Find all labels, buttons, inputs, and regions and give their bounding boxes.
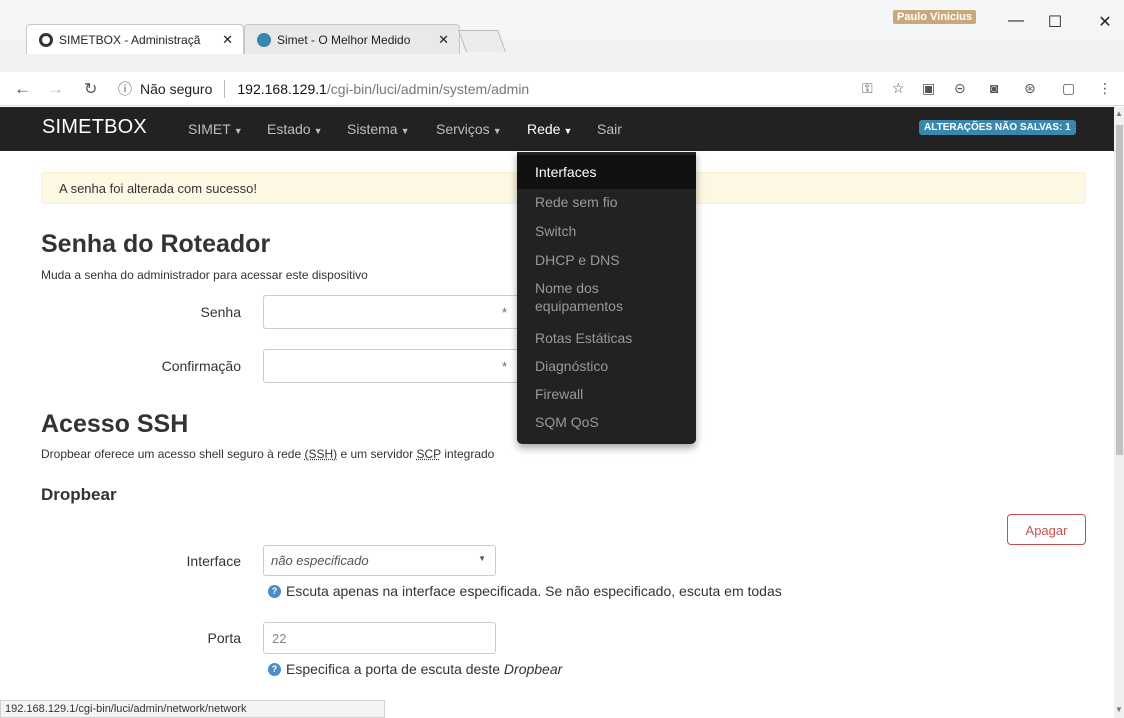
port-help: ? Especifica a porta de escuta deste Dro… <box>268 661 562 677</box>
simet-favicon-icon <box>257 32 271 47</box>
rede-dropdown-menu: Interfaces Rede sem fio Switch DHCP e DN… <box>517 152 696 444</box>
dropdown-item-rede-sem-fio[interactable]: Rede sem fio <box>517 193 696 211</box>
browser-toolbar: ← → ↻ ⓘ Não seguro 192.168.129.1 /cgi-bi… <box>0 72 1124 106</box>
new-tab-button[interactable] <box>457 30 507 52</box>
star-icon[interactable]: ☆ <box>892 80 905 97</box>
scroll-thumb[interactable] <box>1116 125 1123 455</box>
menu-kebab-icon[interactable]: ⋮ <box>1098 80 1112 97</box>
password-section-title: Senha do Roteador <box>41 230 271 258</box>
unsaved-changes-badge[interactable]: ALTERAÇÕES NÃO SALVAS: 1 <box>919 120 1076 135</box>
dropdown-item-dhcp-dns[interactable]: DHCP e DNS <box>517 251 696 269</box>
tab-close-icon[interactable]: ✕ <box>438 32 449 48</box>
dropdown-item-switch[interactable]: Switch <box>517 222 696 240</box>
omnibox-divider <box>224 80 226 98</box>
interface-label: Interface <box>186 553 241 569</box>
menu-sair[interactable]: Sair <box>597 121 622 137</box>
delete-button[interactable]: Apagar <box>1007 514 1086 545</box>
interface-selected-value: não especificado <box>271 553 369 568</box>
tab-close-icon[interactable]: ✕ <box>222 32 233 48</box>
extension-badge-icon[interactable]: ⊛ <box>1024 80 1036 97</box>
password-label: Senha <box>200 304 241 320</box>
profile-user-name[interactable]: Paulo Vinicius <box>893 10 976 24</box>
dropdown-item-interfaces[interactable]: Interfaces <box>517 155 696 189</box>
info-icon[interactable]: ⓘ <box>118 79 132 99</box>
help-icon: ? <box>268 662 281 676</box>
port-label: Porta <box>207 630 241 646</box>
select-arrow-icon: ▼ <box>478 554 486 563</box>
scp-abbr: SCP <box>416 447 441 461</box>
chevron-down-icon: ▼ <box>313 126 323 136</box>
port-input[interactable]: 22 <box>263 622 496 654</box>
back-arrow-icon[interactable]: ← <box>14 79 31 99</box>
chevron-down-icon: ▼ <box>233 126 243 136</box>
interface-help: ? Escuta apenas na interface especificad… <box>268 583 782 599</box>
forward-arrow-icon[interactable]: → <box>47 79 64 99</box>
address-bar[interactable]: ⓘ Não seguro 192.168.129.1 /cgi-bin/luci… <box>118 76 900 102</box>
page-scrollbar[interactable]: ▲ ▼ <box>1114 107 1124 718</box>
reveal-confirm-icon[interactable]: * <box>502 359 507 374</box>
ssh-section-description: Dropbear oferece um acesso shell seguro … <box>41 447 495 461</box>
confirm-label: Confirmação <box>161 358 241 374</box>
chevron-down-icon: ▼ <box>563 126 573 136</box>
reload-icon[interactable]: ↻ <box>84 79 97 99</box>
simetbox-favicon-icon <box>39 32 53 47</box>
tab-simetbox[interactable]: SIMETBOX - Administraçã ✕ <box>26 24 244 54</box>
tab-title: SIMETBOX - Administraçã <box>59 32 201 47</box>
ssh-section-title: Acesso SSH <box>41 410 189 438</box>
confirm-password-input[interactable] <box>263 349 521 383</box>
brand-logo[interactable]: SIMETBOX <box>42 116 147 139</box>
dropdown-item-nome-equipamentos[interactable]: Nome dos equipamentos <box>517 279 696 315</box>
reveal-password-icon[interactable]: * <box>502 305 507 320</box>
dropdown-item-firewall[interactable]: Firewall <box>517 385 696 403</box>
dropdown-item-diagnostico[interactable]: Diagnóstico <box>517 357 696 375</box>
dropdown-item-sqm-qos[interactable]: SQM QoS <box>517 413 696 431</box>
ssh-abbr: (SSH) <box>304 447 338 461</box>
maximize-icon[interactable]: ☐ <box>1040 12 1070 32</box>
browser-titlebar: SIMETBOX - Administraçã ✕ Simet - O Melh… <box>0 0 1124 72</box>
url-host: 192.168.129.1 <box>237 81 327 97</box>
dropdown-item-rotas-estaticas[interactable]: Rotas Estáticas <box>517 329 696 347</box>
security-label: Não seguro <box>140 81 213 97</box>
extension-sync-icon[interactable]: ⊝ <box>954 80 966 97</box>
alert-text: A senha foi alterada com sucesso! <box>59 181 258 196</box>
menu-rede[interactable]: Rede ▼ <box>527 121 572 137</box>
password-input[interactable] <box>263 295 521 329</box>
menu-simet[interactable]: SIMET ▼ <box>188 121 243 137</box>
extension-store-icon[interactable]: ▣ <box>922 80 935 97</box>
tab-simet[interactable]: Simet - O Melhor Medido ✕ <box>244 24 460 54</box>
close-window-icon[interactable]: ✕ <box>1090 12 1120 32</box>
interface-select[interactable]: não especificado ▼ <box>263 545 496 576</box>
minimize-icon[interactable]: — <box>1001 12 1031 30</box>
chevron-down-icon: ▼ <box>400 126 410 136</box>
extension-puzzle-icon[interactable]: ▢ <box>1062 80 1075 97</box>
menu-sistema[interactable]: Sistema ▼ <box>347 121 410 137</box>
dropbear-subtitle: Dropbear <box>41 485 117 504</box>
status-bar-url: 192.168.129.1/cgi-bin/luci/admin/network… <box>0 700 385 718</box>
scroll-up-icon[interactable]: ▲ <box>1115 109 1123 118</box>
password-section-description: Muda a senha do administrador para acess… <box>41 268 368 282</box>
help-icon: ? <box>268 584 281 598</box>
extension-camera-icon[interactable]: ◙ <box>990 80 998 96</box>
top-navbar: SIMETBOX SIMET ▼ Estado ▼ Sistema ▼ Serviço… <box>0 107 1114 151</box>
menu-estado[interactable]: Estado ▼ <box>267 121 323 137</box>
url-path: /cgi-bin/luci/admin/system/admin <box>326 81 530 97</box>
key-icon[interactable]: ⚿ <box>862 80 873 97</box>
tab-title: Simet - O Melhor Medido <box>277 32 411 47</box>
scroll-down-icon[interactable]: ▼ <box>1115 705 1123 714</box>
chevron-down-icon: ▼ <box>492 126 502 136</box>
menu-servicos[interactable]: Serviços ▼ <box>436 121 502 137</box>
